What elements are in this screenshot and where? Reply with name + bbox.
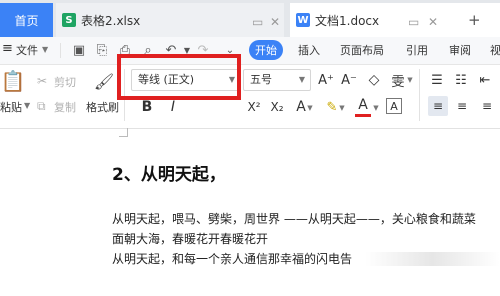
subscript-icon[interactable]: X₂ <box>268 98 286 116</box>
cut-button[interactable]: 剪切 <box>54 74 76 90</box>
format-painter-button[interactable]: 格式刷 <box>86 99 119 115</box>
export-pdf-icon[interactable]: ⎘ <box>94 42 110 58</box>
italic-icon[interactable]: I <box>165 98 181 116</box>
copy-button[interactable]: 复制 <box>54 99 76 115</box>
tab-xlsx-label: 表格2.xlsx <box>81 13 141 28</box>
paste-button[interactable]: 粘贴 <box>0 99 22 115</box>
menu-insert[interactable]: 插入 <box>298 42 320 58</box>
clear-format-icon[interactable]: ◇ <box>365 71 383 89</box>
monitor-icon[interactable]: ▭ <box>252 15 263 29</box>
text-cursor-selection <box>365 252 500 266</box>
page-margin-mark <box>119 128 128 137</box>
font-color-icon[interactable]: A <box>355 96 371 117</box>
menu-review[interactable]: 审阅 <box>449 42 471 58</box>
scissors-icon[interactable]: ✂ <box>37 74 47 88</box>
save-icon[interactable]: ▣ <box>71 42 87 58</box>
chevron-down-icon[interactable]: ▼ <box>42 45 48 54</box>
format-painter-icon[interactable]: 🖌 <box>94 69 114 93</box>
numbered-list-icon[interactable]: ☷ <box>452 71 470 89</box>
menu-reference[interactable]: 引用 <box>406 42 428 58</box>
new-tab-icon[interactable]: + <box>468 11 481 29</box>
font-name-highlight <box>117 54 241 100</box>
align-right-icon[interactable]: ≡ <box>478 96 496 116</box>
close-icon[interactable]: ✕ <box>270 15 280 29</box>
chevron-down-icon: ▼ <box>298 75 305 84</box>
document-paragraph[interactable]: 面朝大海，春暖花开春暖花开 <box>112 230 268 247</box>
copy-icon[interactable]: ⧉ <box>37 99 46 114</box>
tab-docx[interactable]: W 文档1.docx ▭ ✕ + <box>290 3 500 37</box>
document-heading[interactable]: 2、从明天起， <box>112 160 226 185</box>
font-size-select[interactable]: 五号 ▼ <box>243 69 311 91</box>
menu-file[interactable]: 文件 <box>16 42 38 58</box>
shrink-font-icon[interactable]: A⁻ <box>341 71 357 89</box>
chevron-down-icon[interactable]: ▼ <box>372 102 380 114</box>
menu-bar: ≡ 文件 ▼ ▣ ⎘ ⎙ ⌕ ↶ ▼ ↷ ⌄ 开始 插入 页面布局 引用 审阅 … <box>0 37 500 65</box>
hamburger-icon[interactable]: ≡ <box>2 41 13 56</box>
tab-xlsx[interactable]: S 表格2.xlsx ▭ ✕ <box>56 3 284 37</box>
align-left-icon[interactable]: ≡ <box>428 96 448 116</box>
chevron-down-icon[interactable]: ▼ <box>306 102 314 114</box>
document-paragraph[interactable]: 从明天起，和每一个亲人通信那幸福的闪电告 <box>112 250 352 267</box>
chevron-down-icon[interactable]: ▼ <box>24 101 30 110</box>
document-paragraph[interactable]: 从明天起，喂马、劈柴，周世界 ——从明天起——，关心粮食和蔬菜 <box>112 210 476 227</box>
superscript-icon[interactable]: X² <box>245 98 263 116</box>
tab-home[interactable]: 首页 <box>0 3 53 37</box>
tab-bar: 首页 S 表格2.xlsx ▭ ✕ W 文档1.docx ▭ ✕ + <box>0 0 500 37</box>
document-icon: W <box>296 13 310 27</box>
monitor-icon[interactable]: ▭ <box>408 15 419 29</box>
paste-icon[interactable]: 📋 <box>0 68 26 94</box>
chevron-down-icon[interactable]: ▼ <box>338 102 346 114</box>
close-icon[interactable]: ✕ <box>428 15 438 29</box>
outdent-icon[interactable]: ⇤ <box>476 71 494 89</box>
font-size-value: 五号 <box>250 73 272 86</box>
ribbon: 📋 粘贴 ▼ ✂ 剪切 ⧉ 复制 🖌 格式刷 等线 (正文) ▼ 五号 ▼ A⁺… <box>0 65 500 129</box>
menu-view[interactable]: 视 <box>490 42 500 58</box>
spreadsheet-icon: S <box>62 13 76 27</box>
menu-start-label: 开始 <box>255 44 277 57</box>
menu-start[interactable]: 开始 <box>249 40 283 60</box>
align-center-icon[interactable]: ≡ <box>453 96 471 116</box>
tab-home-label: 首页 <box>14 13 39 28</box>
char-border-icon[interactable]: A <box>386 98 402 114</box>
menu-page-layout[interactable]: 页面布局 <box>340 42 384 58</box>
bullet-list-icon[interactable]: ☰ <box>428 71 446 89</box>
grow-font-icon[interactable]: A⁺ <box>318 71 334 89</box>
tab-docx-label: 文档1.docx <box>315 13 380 28</box>
bold-icon[interactable]: B <box>139 98 155 116</box>
chevron-down-icon[interactable]: ▼ <box>405 73 415 87</box>
